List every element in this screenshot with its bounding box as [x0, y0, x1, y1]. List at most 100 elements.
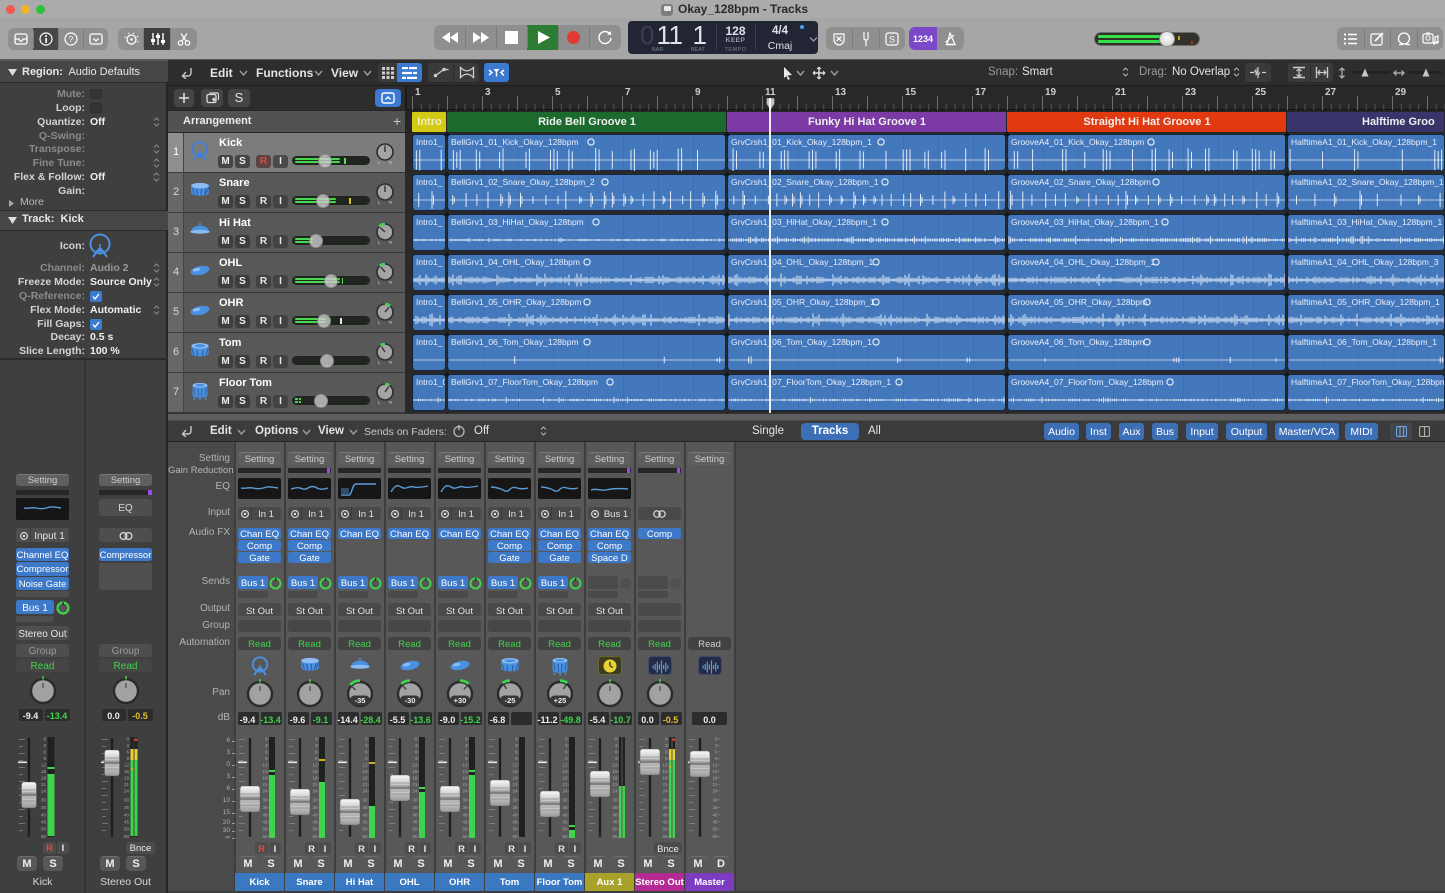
- svg-text:50: 50: [41, 826, 47, 831]
- svg-text:9: 9: [126, 756, 129, 761]
- svg-text:0: 0: [515, 736, 518, 741]
- svg-text:21: 21: [662, 782, 668, 787]
- svg-text:40: 40: [712, 812, 718, 817]
- svg-text:24: 24: [612, 788, 618, 793]
- svg-text:18: 18: [512, 775, 518, 780]
- svg-text:21: 21: [312, 782, 318, 787]
- svg-text:L: L: [378, 400, 381, 405]
- svg-text:6: 6: [615, 749, 618, 754]
- svg-text:30: 30: [262, 797, 268, 802]
- svg-text:24: 24: [512, 788, 518, 793]
- svg-text:60: 60: [262, 834, 268, 839]
- svg-text:9: 9: [415, 756, 418, 761]
- svg-text:21: 21: [562, 782, 568, 787]
- svg-text:6: 6: [126, 749, 129, 754]
- svg-text:35: 35: [412, 805, 418, 810]
- svg-text:L: L: [378, 160, 381, 165]
- svg-text:35: 35: [312, 805, 318, 810]
- svg-text:60: 60: [562, 834, 568, 839]
- svg-text:24: 24: [312, 788, 318, 793]
- svg-text:21: 21: [362, 782, 368, 787]
- svg-text:9: 9: [565, 756, 568, 761]
- svg-text:21: 21: [124, 782, 130, 787]
- svg-text:45: 45: [712, 819, 718, 824]
- svg-text:50: 50: [512, 826, 518, 831]
- svg-text:45: 45: [41, 819, 47, 824]
- svg-text:35: 35: [712, 805, 718, 810]
- svg-text:30: 30: [712, 797, 718, 802]
- svg-text:18: 18: [662, 775, 668, 780]
- svg-text:3: 3: [126, 743, 129, 748]
- svg-text:0: 0: [315, 736, 318, 741]
- svg-text:6: 6: [665, 749, 668, 754]
- svg-text:50: 50: [312, 826, 318, 831]
- svg-text:50: 50: [262, 826, 268, 831]
- svg-text:L: L: [378, 320, 381, 325]
- svg-text:15: 15: [712, 769, 718, 774]
- svg-text:12: 12: [712, 762, 718, 767]
- svg-text:0: 0: [43, 736, 46, 741]
- svg-text:9: 9: [515, 756, 518, 761]
- svg-text:60: 60: [362, 834, 368, 839]
- svg-text:15: 15: [362, 769, 368, 774]
- svg-text:30: 30: [462, 797, 468, 802]
- svg-text:6: 6: [265, 749, 268, 754]
- svg-text:45: 45: [512, 819, 518, 824]
- svg-text:0: 0: [415, 736, 418, 741]
- svg-text:30: 30: [412, 797, 418, 802]
- svg-text:21: 21: [512, 782, 518, 787]
- svg-text:15: 15: [512, 769, 518, 774]
- svg-text:3: 3: [315, 743, 318, 748]
- svg-text:45: 45: [362, 819, 368, 824]
- svg-text:0: 0: [565, 736, 568, 741]
- svg-text:3: 3: [415, 743, 418, 748]
- svg-text:45: 45: [412, 819, 418, 824]
- svg-text:6: 6: [515, 749, 518, 754]
- svg-text:40: 40: [262, 812, 268, 817]
- svg-text:18: 18: [362, 775, 368, 780]
- svg-text:45: 45: [662, 819, 668, 824]
- svg-text:40: 40: [124, 812, 130, 817]
- svg-text:12: 12: [512, 762, 518, 767]
- svg-text:9: 9: [715, 756, 718, 761]
- svg-text:6: 6: [43, 749, 46, 754]
- svg-text:0: 0: [126, 736, 129, 741]
- svg-text:12: 12: [462, 762, 468, 767]
- svg-text:40: 40: [612, 812, 618, 817]
- svg-text:30: 30: [512, 797, 518, 802]
- svg-text:12: 12: [662, 762, 668, 767]
- svg-text:9: 9: [615, 756, 618, 761]
- svg-text:R: R: [389, 360, 393, 365]
- svg-text:15: 15: [412, 769, 418, 774]
- svg-text:50: 50: [612, 826, 618, 831]
- svg-text:35: 35: [362, 805, 368, 810]
- svg-text:45: 45: [612, 819, 618, 824]
- svg-text:18: 18: [562, 775, 568, 780]
- svg-text:24: 24: [41, 788, 47, 793]
- svg-text:40: 40: [412, 812, 418, 817]
- svg-text:15: 15: [662, 769, 668, 774]
- svg-text:6: 6: [315, 749, 318, 754]
- svg-text:18: 18: [612, 775, 618, 780]
- svg-text:S: S: [889, 34, 895, 44]
- svg-text:35: 35: [41, 805, 47, 810]
- svg-text:21: 21: [612, 782, 618, 787]
- svg-text:30: 30: [562, 797, 568, 802]
- svg-text:50: 50: [362, 826, 368, 831]
- svg-text:3: 3: [465, 743, 468, 748]
- svg-text:R: R: [389, 160, 393, 165]
- svg-text:24: 24: [662, 788, 668, 793]
- svg-text:15: 15: [124, 769, 130, 774]
- svg-text:35: 35: [512, 805, 518, 810]
- svg-text:50: 50: [412, 826, 418, 831]
- svg-text:15: 15: [262, 769, 268, 774]
- svg-text:9: 9: [665, 756, 668, 761]
- svg-text:40: 40: [662, 812, 668, 817]
- svg-text:50: 50: [712, 826, 718, 831]
- svg-text:40: 40: [312, 812, 318, 817]
- svg-text:3: 3: [515, 743, 518, 748]
- svg-text:L: L: [378, 280, 381, 285]
- svg-text:60: 60: [312, 834, 318, 839]
- svg-text:3: 3: [365, 743, 368, 748]
- svg-text:60: 60: [512, 834, 518, 839]
